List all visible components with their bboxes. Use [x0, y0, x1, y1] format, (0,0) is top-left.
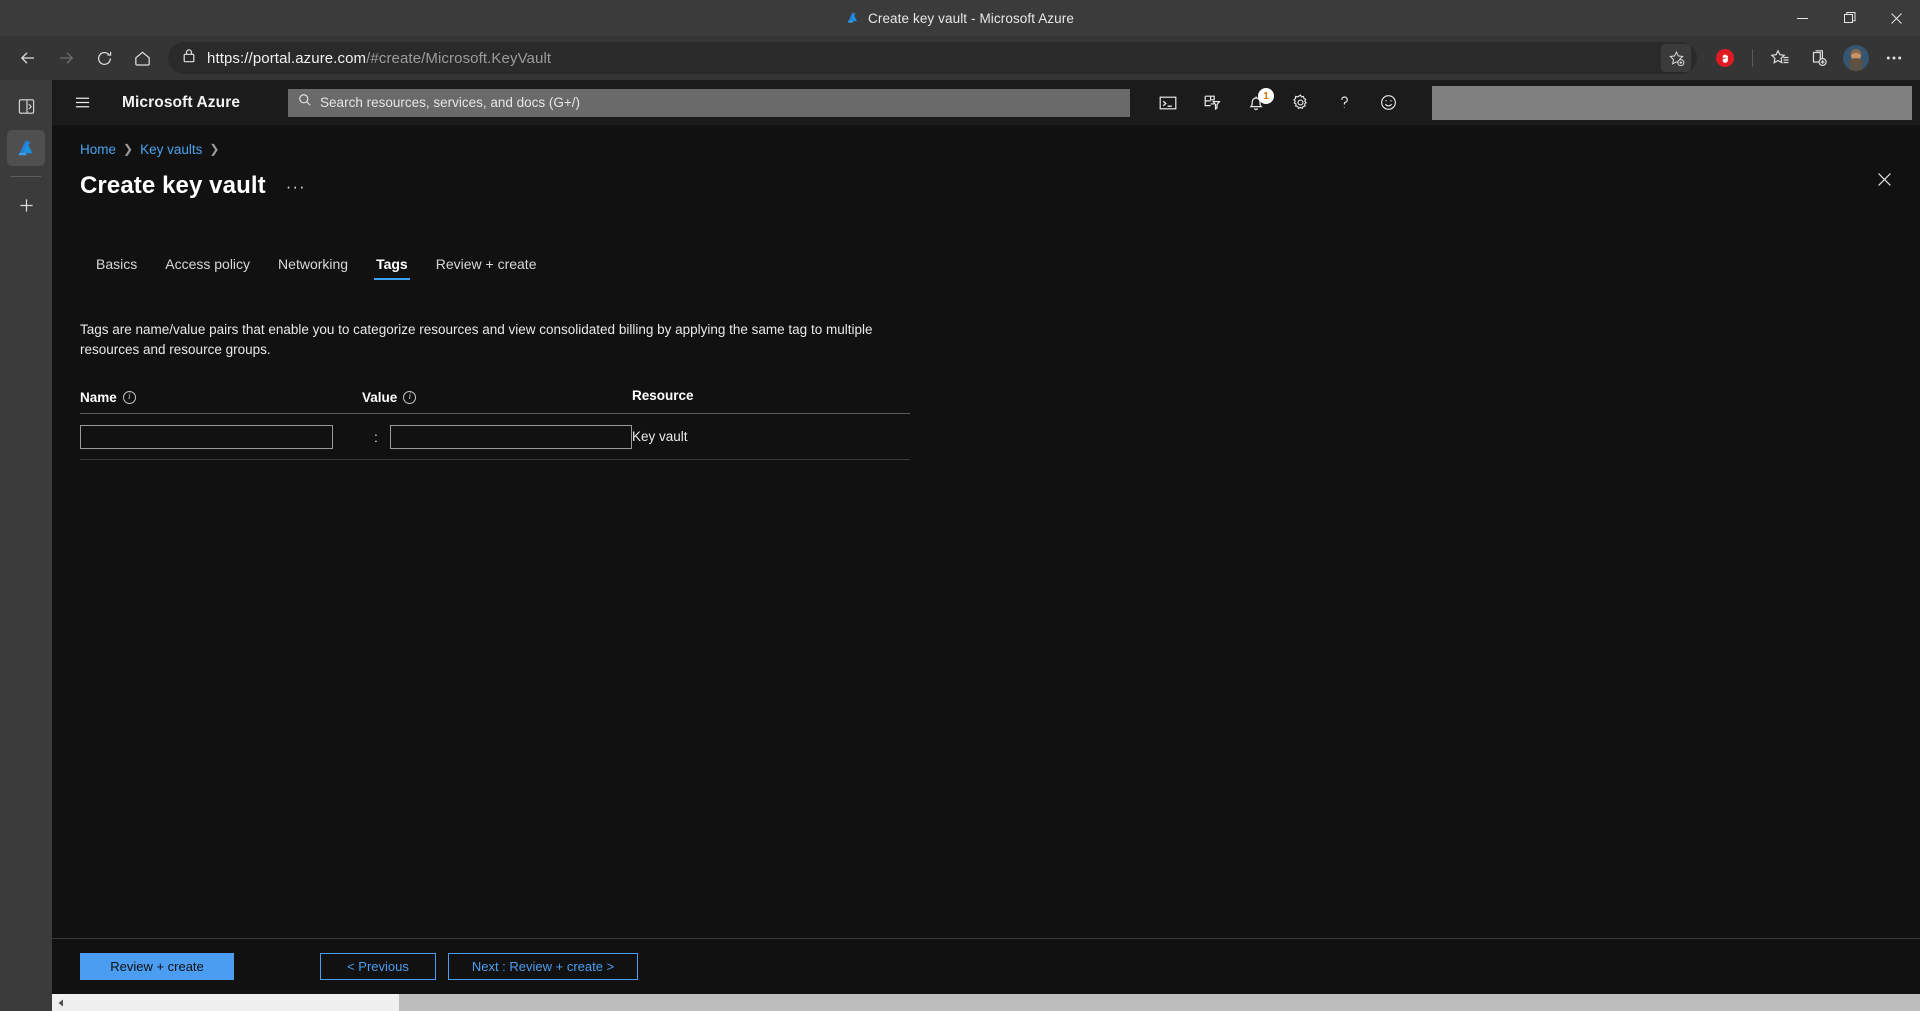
- tag-name-input[interactable]: [80, 424, 333, 449]
- tag-value-cell: [390, 424, 632, 449]
- wizard-tabs: Basics Access policy Networking Tags Rev…: [52, 246, 1920, 280]
- url-path: /#create/Microsoft.KeyVault: [366, 49, 552, 67]
- home-button[interactable]: [124, 40, 160, 76]
- tab-networking[interactable]: Networking: [264, 256, 362, 280]
- notification-badge: 1: [1258, 88, 1275, 104]
- next-review-create-button[interactable]: Next : Review + create >: [448, 953, 638, 980]
- azure-header-icons: 1: [1146, 80, 1410, 125]
- directories-subscriptions-icon[interactable]: [1190, 80, 1234, 125]
- search-icon: [298, 93, 312, 112]
- forward-button[interactable]: [48, 40, 84, 76]
- create-key-vault-blade: Home ❯ Key vaults ❯ Create key vault ···: [52, 125, 1920, 994]
- toolbar-separator: [1752, 49, 1753, 67]
- breadcrumb-item-key-vaults[interactable]: Key vaults: [140, 142, 202, 157]
- account-info-redacted[interactable]: [1432, 85, 1912, 120]
- collections-icon[interactable]: [1800, 40, 1836, 76]
- name-label: Name: [80, 390, 117, 406]
- extension-badge: [1716, 49, 1734, 67]
- column-header-resource: Resource: [632, 387, 910, 405]
- notifications-icon[interactable]: 1: [1234, 80, 1278, 125]
- breadcrumb-separator: ❯: [209, 142, 220, 156]
- settings-gear-icon[interactable]: [1278, 80, 1322, 125]
- scroll-left-arrow[interactable]: [52, 994, 69, 1011]
- toolbar-right-group: [1707, 40, 1912, 76]
- extension-adblock-icon[interactable]: [1707, 40, 1743, 76]
- blade-header: Home ❯ Key vaults ❯ Create key vault ···: [52, 125, 1920, 280]
- url-main: https://portal.azure.com: [207, 49, 367, 67]
- lock-icon: [182, 48, 196, 68]
- azure-logo-icon: [17, 139, 33, 155]
- add-favorite-icon[interactable]: [1661, 44, 1691, 72]
- window-title-group: Create key vault - Microsoft Azure: [0, 11, 1920, 26]
- blade-title-row: Create key vault ···: [52, 172, 1920, 200]
- maximize-button[interactable]: [1826, 0, 1873, 36]
- breadcrumb-item-home[interactable]: Home: [80, 142, 116, 157]
- sidebar-add-button[interactable]: [7, 187, 45, 223]
- avatar: [1843, 45, 1869, 71]
- browser-toolbar: https://portal.azure.com/#create/Microso…: [0, 36, 1920, 80]
- page-viewport: Microsoft Azure Search resources, servic…: [52, 80, 1920, 1011]
- global-search-box[interactable]: [288, 88, 1131, 117]
- profile-avatar[interactable]: [1838, 40, 1874, 76]
- tab-review-create[interactable]: Review + create: [422, 256, 551, 280]
- info-icon[interactable]: i: [122, 391, 136, 405]
- window-controls: [1779, 0, 1920, 36]
- portal-menu-button[interactable]: [60, 80, 104, 125]
- close-window-button[interactable]: [1873, 0, 1920, 36]
- info-icon[interactable]: i: [403, 391, 417, 405]
- page-more-menu-button[interactable]: ···: [280, 176, 312, 197]
- refresh-button[interactable]: [86, 40, 122, 76]
- column-header-value: Value i: [362, 390, 632, 405]
- settings-and-more-icon[interactable]: [1876, 40, 1912, 76]
- browser-body: Microsoft Azure Search resources, servic…: [0, 80, 1920, 1011]
- tag-separator: :: [374, 428, 378, 445]
- minimize-button[interactable]: [1779, 0, 1826, 36]
- tag-value-input[interactable]: [390, 424, 632, 449]
- window-title: Create key vault - Microsoft Azure: [868, 10, 1074, 26]
- blade-body: Tags are name/value pairs that enable yo…: [52, 280, 1920, 938]
- azure-portal: Microsoft Azure Search resources, servic…: [52, 80, 1920, 994]
- sidebar-item-azure[interactable]: [7, 130, 45, 166]
- tags-description: Tags are name/value pairs that enable yo…: [80, 322, 873, 357]
- tag-name-cell: [80, 424, 362, 449]
- resource-label: Resource: [632, 388, 694, 404]
- back-button[interactable]: [10, 40, 46, 76]
- resource-value: Key vault: [632, 428, 688, 444]
- browser-window: Create key vault - Microsoft Azure https…: [0, 0, 1920, 1011]
- scrollbar-track[interactable]: [69, 994, 1920, 1011]
- cloud-shell-icon[interactable]: [1146, 80, 1190, 125]
- search-input[interactable]: [320, 95, 1121, 110]
- tags-table-header: Name i Value i Resource: [80, 387, 910, 415]
- azure-logo-icon: [847, 12, 858, 23]
- close-blade-button[interactable]: [1868, 163, 1900, 195]
- breadcrumb: Home ❯ Key vaults ❯: [52, 139, 1920, 159]
- previous-button[interactable]: < Previous: [320, 953, 436, 980]
- azure-brand[interactable]: Microsoft Azure: [122, 94, 240, 112]
- horizontal-scrollbar[interactable]: [52, 994, 1920, 1011]
- tags-table: Name i Value i Resource: Key vault: [80, 387, 910, 461]
- value-label: Value: [362, 390, 398, 406]
- blade-footer: Review + create < Previous Next : Review…: [52, 938, 1920, 994]
- split-screen-icon[interactable]: [7, 88, 45, 124]
- address-bar[interactable]: https://portal.azure.com/#create/Microso…: [168, 42, 1697, 74]
- url-text: https://portal.azure.com/#create/Microso…: [207, 50, 1661, 67]
- tab-basics[interactable]: Basics: [80, 256, 151, 280]
- table-row: : Key vault: [80, 414, 910, 461]
- title-bar: Create key vault - Microsoft Azure: [0, 0, 1920, 36]
- column-header-name: Name i: [80, 390, 362, 405]
- azure-header: Microsoft Azure Search resources, servic…: [52, 80, 1920, 125]
- tab-tags[interactable]: Tags: [362, 256, 422, 280]
- favorites-icon[interactable]: [1762, 40, 1798, 76]
- edge-sidebar: [0, 80, 52, 1011]
- feedback-smiley-icon[interactable]: [1366, 80, 1410, 125]
- review-create-button[interactable]: Review + create: [80, 953, 234, 980]
- tab-access-policy[interactable]: Access policy: [151, 256, 264, 280]
- breadcrumb-separator: ❯: [123, 142, 134, 156]
- tag-resource-cell: Key vault: [632, 428, 910, 446]
- help-icon[interactable]: [1322, 80, 1366, 125]
- scrollbar-thumb[interactable]: [399, 994, 1920, 1011]
- page-title: Create key vault: [80, 172, 266, 199]
- sidebar-divider: [11, 176, 41, 177]
